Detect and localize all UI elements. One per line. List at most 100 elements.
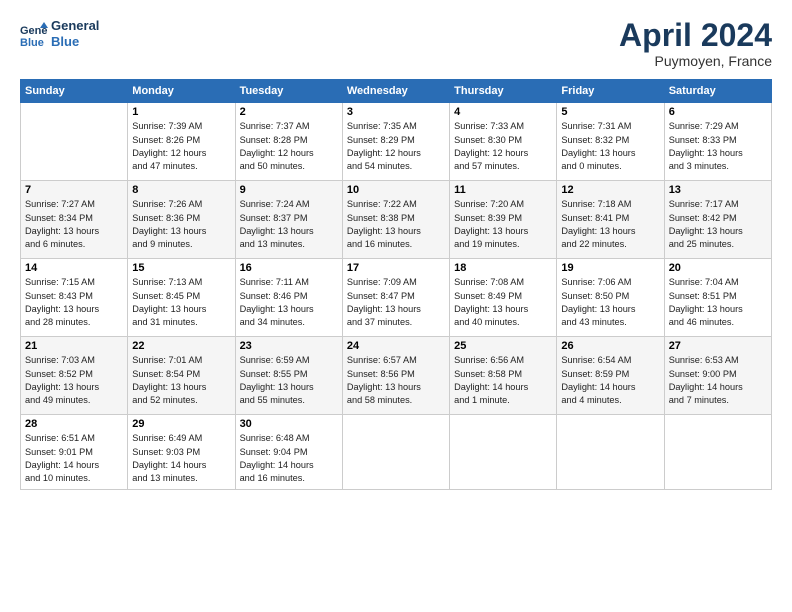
calendar-cell: 3Sunrise: 7:35 AMSunset: 8:29 PMDaylight… bbox=[342, 103, 449, 181]
day-info: Sunrise: 7:03 AMSunset: 8:52 PMDaylight:… bbox=[25, 354, 123, 407]
calendar-cell: 18 Sunrise: 7:08 AMSunset: 8:49 PMDayligh… bbox=[450, 259, 557, 337]
day-info: Sunrise: 6:59 AMSunset: 8:55 PMDaylight:… bbox=[240, 354, 338, 407]
day-info: Sunrise: 7:11 AMSunset: 8:46 PMDaylight:… bbox=[240, 276, 338, 329]
day-number: 8 bbox=[132, 184, 230, 196]
calendar-cell: 13 Sunrise: 7:17 AMSunset: 8:42 PMDayligh… bbox=[664, 181, 771, 259]
day-number: 24 bbox=[347, 340, 445, 352]
calendar-week-1: 1 Sunrise: 7:39 AMSunset: 8:26 PMDaylight… bbox=[21, 103, 772, 181]
calendar-week-3: 14Sunrise: 7:15 AMSunset: 8:43 PMDayligh… bbox=[21, 259, 772, 337]
day-number: 23 bbox=[240, 340, 338, 352]
day-info: Sunrise: 6:53 AMSunset: 9:00 PMDaylight:… bbox=[669, 354, 767, 407]
calendar-cell: 30 Sunrise: 6:48 AMSunset: 9:04 PMDayligh… bbox=[235, 415, 342, 489]
title-block: April 2024 Puymoyen, France bbox=[619, 18, 772, 69]
day-number: 15 bbox=[132, 262, 230, 274]
logo-line2: Blue bbox=[51, 34, 99, 50]
logo-line1: General bbox=[51, 18, 99, 34]
day-info: Sunrise: 7:15 AMSunset: 8:43 PMDaylight:… bbox=[25, 276, 123, 329]
day-info: Sunrise: 7:24 AMSunset: 8:37 PMDaylight:… bbox=[240, 198, 338, 251]
calendar-cell: 27Sunrise: 6:53 AMSunset: 9:00 PMDayligh… bbox=[664, 337, 771, 415]
day-number: 19 bbox=[561, 262, 659, 274]
calendar-header-row: SundayMondayTuesdayWednesdayThursdayFrid… bbox=[21, 80, 772, 103]
column-header-sunday: Sunday bbox=[21, 80, 128, 103]
calendar-week-2: 7 Sunrise: 7:27 AMSunset: 8:34 PMDaylight… bbox=[21, 181, 772, 259]
calendar-cell: 21 Sunrise: 7:03 AMSunset: 8:52 PMDayligh… bbox=[21, 337, 128, 415]
location: Puymoyen, France bbox=[619, 53, 772, 69]
calendar-cell: 24Sunrise: 6:57 AMSunset: 8:56 PMDayligh… bbox=[342, 337, 449, 415]
day-number: 1 bbox=[132, 106, 230, 118]
calendar-page: General Blue General Blue April 2024 Puy… bbox=[0, 0, 792, 612]
calendar-cell bbox=[21, 103, 128, 181]
column-header-friday: Friday bbox=[557, 80, 664, 103]
day-info: Sunrise: 7:22 AMSunset: 8:38 PMDaylight:… bbox=[347, 198, 445, 251]
calendar-cell: 17Sunrise: 7:09 AMSunset: 8:47 PMDayligh… bbox=[342, 259, 449, 337]
calendar-cell: 15 Sunrise: 7:13 AMSunset: 8:45 PMDayligh… bbox=[128, 259, 235, 337]
calendar-cell bbox=[342, 415, 449, 489]
calendar-cell: 5 Sunrise: 7:31 AMSunset: 8:32 PMDaylight… bbox=[557, 103, 664, 181]
day-number: 4 bbox=[454, 106, 552, 118]
calendar-week-5: 28 Sunrise: 6:51 AMSunset: 9:01 PMDayligh… bbox=[21, 415, 772, 489]
day-info: Sunrise: 6:49 AMSunset: 9:03 PMDaylight:… bbox=[132, 432, 230, 485]
day-info: Sunrise: 7:08 AMSunset: 8:49 PMDaylight:… bbox=[454, 276, 552, 329]
day-number: 2 bbox=[240, 106, 338, 118]
day-info: Sunrise: 7:06 AMSunset: 8:50 PMDaylight:… bbox=[561, 276, 659, 329]
day-number: 29 bbox=[132, 418, 230, 430]
header: General Blue General Blue April 2024 Puy… bbox=[20, 18, 772, 69]
column-header-tuesday: Tuesday bbox=[235, 80, 342, 103]
day-number: 18 bbox=[454, 262, 552, 274]
column-header-saturday: Saturday bbox=[664, 80, 771, 103]
day-number: 25 bbox=[454, 340, 552, 352]
day-number: 7 bbox=[25, 184, 123, 196]
calendar-cell: 20 Sunrise: 7:04 AMSunset: 8:51 PMDayligh… bbox=[664, 259, 771, 337]
calendar-cell: 22 Sunrise: 7:01 AMSunset: 8:54 PMDayligh… bbox=[128, 337, 235, 415]
day-number: 11 bbox=[454, 184, 552, 196]
svg-text:Blue: Blue bbox=[20, 37, 44, 48]
calendar-cell: 4 Sunrise: 7:33 AMSunset: 8:30 PMDaylight… bbox=[450, 103, 557, 181]
day-info: Sunrise: 7:29 AMSunset: 8:33 PMDaylight:… bbox=[669, 120, 767, 173]
column-header-wednesday: Wednesday bbox=[342, 80, 449, 103]
day-info: Sunrise: 7:04 AMSunset: 8:51 PMDaylight:… bbox=[669, 276, 767, 329]
day-info: Sunrise: 7:20 AMSunset: 8:39 PMDaylight:… bbox=[454, 198, 552, 251]
day-number: 10 bbox=[347, 184, 445, 196]
day-number: 13 bbox=[669, 184, 767, 196]
logo: General Blue General Blue bbox=[20, 18, 99, 49]
day-number: 9 bbox=[240, 184, 338, 196]
day-number: 16 bbox=[240, 262, 338, 274]
day-number: 6 bbox=[669, 106, 767, 118]
day-number: 21 bbox=[25, 340, 123, 352]
day-info: Sunrise: 6:51 AMSunset: 9:01 PMDaylight:… bbox=[25, 432, 123, 485]
day-info: Sunrise: 7:31 AMSunset: 8:32 PMDaylight:… bbox=[561, 120, 659, 173]
calendar-cell: 19 Sunrise: 7:06 AMSunset: 8:50 PMDayligh… bbox=[557, 259, 664, 337]
calendar-cell: 26Sunrise: 6:54 AMSunset: 8:59 PMDayligh… bbox=[557, 337, 664, 415]
day-number: 12 bbox=[561, 184, 659, 196]
day-info: Sunrise: 7:17 AMSunset: 8:42 PMDaylight:… bbox=[669, 198, 767, 251]
day-info: Sunrise: 7:37 AMSunset: 8:28 PMDaylight:… bbox=[240, 120, 338, 173]
calendar-cell: 2 Sunrise: 7:37 AMSunset: 8:28 PMDaylight… bbox=[235, 103, 342, 181]
calendar-cell: 23 Sunrise: 6:59 AMSunset: 8:55 PMDayligh… bbox=[235, 337, 342, 415]
day-number: 30 bbox=[240, 418, 338, 430]
calendar-cell: 11 Sunrise: 7:20 AMSunset: 8:39 PMDayligh… bbox=[450, 181, 557, 259]
day-info: Sunrise: 6:56 AMSunset: 8:58 PMDaylight:… bbox=[454, 354, 552, 407]
day-info: Sunrise: 7:26 AMSunset: 8:36 PMDaylight:… bbox=[132, 198, 230, 251]
day-info: Sunrise: 7:01 AMSunset: 8:54 PMDaylight:… bbox=[132, 354, 230, 407]
calendar-week-4: 21 Sunrise: 7:03 AMSunset: 8:52 PMDayligh… bbox=[21, 337, 772, 415]
day-info: Sunrise: 6:54 AMSunset: 8:59 PMDaylight:… bbox=[561, 354, 659, 407]
day-number: 28 bbox=[25, 418, 123, 430]
day-info: Sunrise: 7:39 AMSunset: 8:26 PMDaylight:… bbox=[132, 120, 230, 173]
calendar-cell: 7 Sunrise: 7:27 AMSunset: 8:34 PMDaylight… bbox=[21, 181, 128, 259]
day-number: 22 bbox=[132, 340, 230, 352]
day-info: Sunrise: 7:13 AMSunset: 8:45 PMDaylight:… bbox=[132, 276, 230, 329]
day-number: 5 bbox=[561, 106, 659, 118]
calendar-cell: 1 Sunrise: 7:39 AMSunset: 8:26 PMDaylight… bbox=[128, 103, 235, 181]
calendar-cell: 12Sunrise: 7:18 AMSunset: 8:41 PMDayligh… bbox=[557, 181, 664, 259]
day-number: 20 bbox=[669, 262, 767, 274]
calendar-cell: 29 Sunrise: 6:49 AMSunset: 9:03 PMDayligh… bbox=[128, 415, 235, 489]
day-info: Sunrise: 6:48 AMSunset: 9:04 PMDaylight:… bbox=[240, 432, 338, 485]
column-header-monday: Monday bbox=[128, 80, 235, 103]
calendar-table: SundayMondayTuesdayWednesdayThursdayFrid… bbox=[20, 79, 772, 489]
calendar-cell: 25 Sunrise: 6:56 AMSunset: 8:58 PMDayligh… bbox=[450, 337, 557, 415]
calendar-cell: 14Sunrise: 7:15 AMSunset: 8:43 PMDayligh… bbox=[21, 259, 128, 337]
month-title: April 2024 bbox=[619, 18, 772, 53]
day-info: Sunrise: 7:27 AMSunset: 8:34 PMDaylight:… bbox=[25, 198, 123, 251]
day-info: Sunrise: 7:33 AMSunset: 8:30 PMDaylight:… bbox=[454, 120, 552, 173]
calendar-cell: 28 Sunrise: 6:51 AMSunset: 9:01 PMDayligh… bbox=[21, 415, 128, 489]
